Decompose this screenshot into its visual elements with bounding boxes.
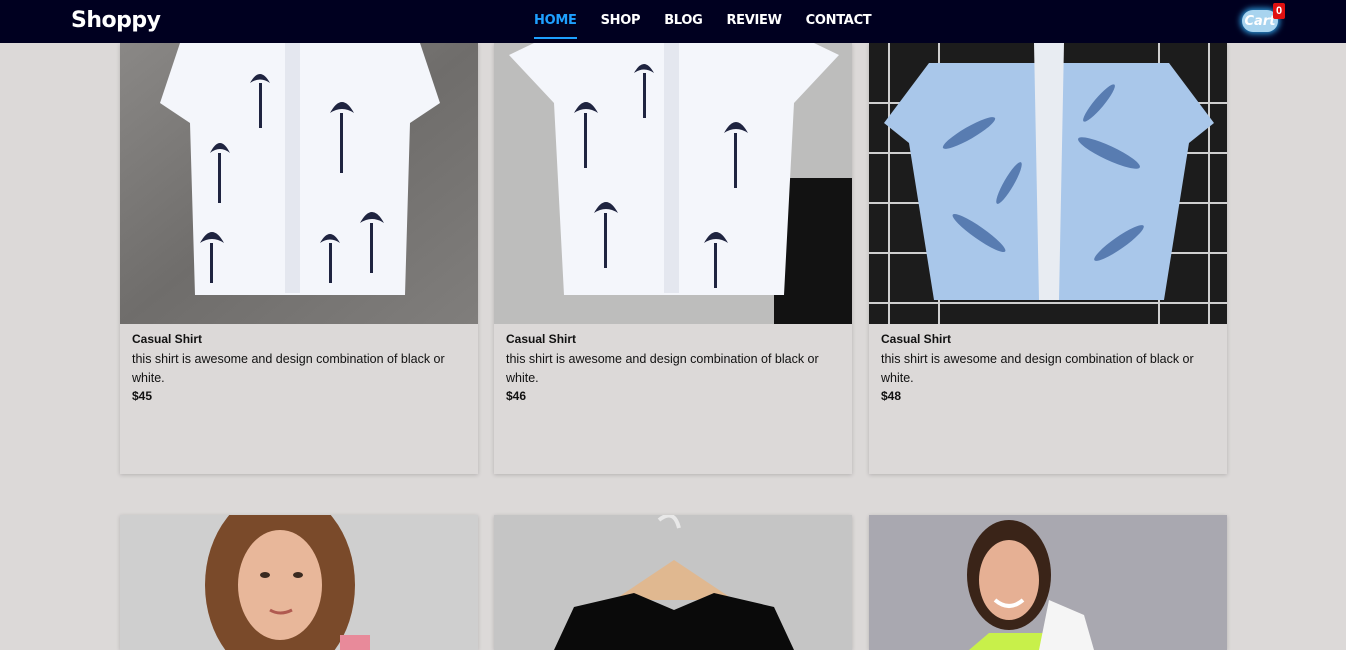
nav-review[interactable]: REVIEW (726, 13, 782, 39)
product-card[interactable]: Casual Shirt this shirt is awesome and d… (494, 43, 852, 474)
product-title: Casual Shirt (506, 332, 577, 346)
product-title: Casual Shirt (881, 332, 952, 346)
product-card[interactable] (494, 515, 852, 650)
nav-home[interactable]: HOME (534, 13, 577, 39)
product-image (120, 515, 478, 650)
nav-contact[interactable]: CONTACT (806, 13, 872, 39)
tshirt-image (494, 515, 852, 650)
product-image (869, 43, 1227, 324)
shirt-image (869, 43, 1227, 324)
nav-shop[interactable]: SHOP (601, 13, 641, 39)
product-image (869, 515, 1227, 650)
product-description: this shirt is awesome and design combina… (881, 352, 1194, 385)
product-price: $45 (132, 389, 153, 403)
model-image (869, 515, 1227, 650)
nav-links: HOME SHOP BLOG REVIEW CONTACT (534, 13, 872, 39)
shirt-image (120, 43, 478, 324)
product-image (120, 43, 478, 324)
shirt-image (494, 43, 852, 324)
product-image (494, 515, 852, 650)
product-card[interactable] (120, 515, 478, 650)
product-card[interactable] (869, 515, 1227, 650)
product-title: Casual Shirt (132, 332, 203, 346)
cart-count-badge: 0 (1273, 3, 1285, 19)
product-info: Casual Shirt this shirt is awesome and d… (120, 324, 478, 403)
product-card[interactable]: Casual Shirt this shirt is awesome and d… (120, 43, 478, 474)
product-image (494, 43, 852, 324)
nav-blog[interactable]: BLOG (664, 13, 703, 39)
product-info: Casual Shirt this shirt is awesome and d… (869, 324, 1227, 403)
product-card[interactable]: Casual Shirt this shirt is awesome and d… (869, 43, 1227, 474)
product-price: $48 (881, 389, 902, 403)
navbar: Shoppy HOME SHOP BLOG REVIEW CONTACT Car… (0, 0, 1346, 43)
product-description: this shirt is awesome and design combina… (506, 352, 819, 385)
product-description: this shirt is awesome and design combina… (132, 352, 445, 385)
product-price: $46 (506, 389, 527, 403)
model-image (120, 515, 478, 650)
brand-logo[interactable]: Shoppy (71, 8, 161, 33)
product-info: Casual Shirt this shirt is awesome and d… (494, 324, 852, 403)
